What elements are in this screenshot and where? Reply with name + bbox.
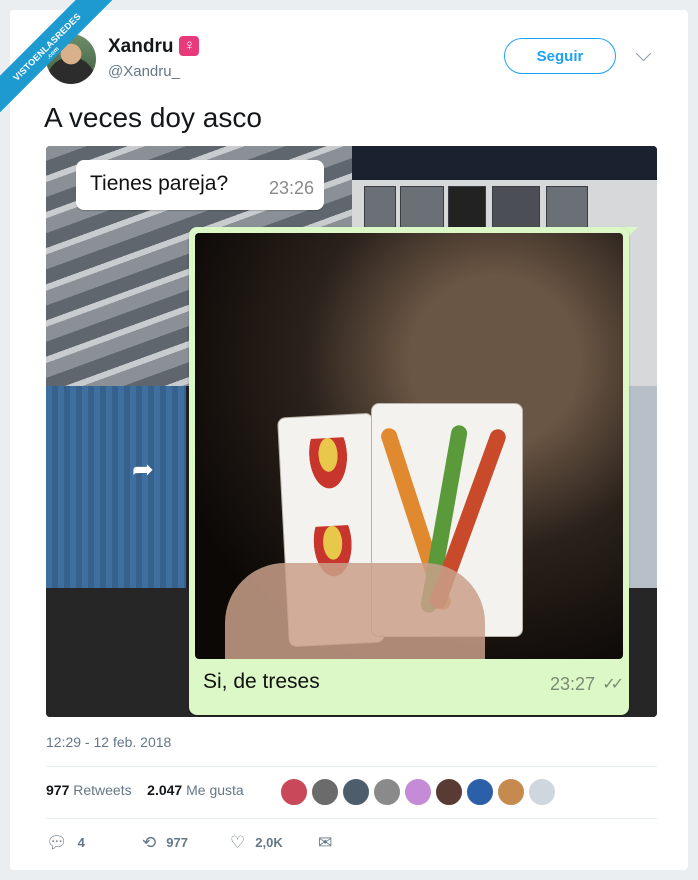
follow-button[interactable]: Seguir	[504, 38, 616, 74]
liker-avatar[interactable]	[528, 778, 556, 806]
tweet-media[interactable]: ➦ Tienes pareja? 23:26 Si, de treses 23:	[46, 146, 657, 717]
liker-avatar[interactable]	[435, 778, 463, 806]
incoming-message-text: Tienes pareja?	[90, 172, 229, 195]
retweet-icon[interactable]: ⟲	[142, 833, 156, 852]
liker-avatar[interactable]	[342, 778, 370, 806]
incoming-chat-bubble: Tienes pareja? 23:26	[76, 160, 324, 210]
forward-arrow-icon: ➦	[132, 454, 154, 484]
liker-avatar[interactable]	[404, 778, 432, 806]
double-check-icon: ✓✓	[602, 676, 624, 693]
retweets-label[interactable]: Retweets	[73, 782, 131, 798]
liker-avatar[interactable]	[466, 778, 494, 806]
outgoing-chat-bubble: Si, de treses 23:27 ✓✓	[189, 227, 629, 715]
tweet-stats: 977 Retweets 2.047 Me gusta	[46, 782, 244, 798]
retweet-action[interactable]: ⟲ 977	[142, 833, 188, 853]
liker-avatar[interactable]	[311, 778, 339, 806]
collage-side-image	[626, 386, 657, 588]
liker-avatar[interactable]	[280, 778, 308, 806]
like-count: 2,0K	[255, 835, 283, 850]
outgoing-message-time: 23:27	[549, 674, 595, 694]
liker-avatar[interactable]	[373, 778, 401, 806]
hand-image	[225, 563, 485, 659]
like-action[interactable]: ♡ 2,0K	[230, 833, 283, 853]
divider	[46, 766, 657, 767]
likes-count[interactable]: 2.047	[147, 782, 182, 798]
likes-label[interactable]: Me gusta	[186, 782, 244, 798]
user-name-text[interactable]: Xandru	[108, 36, 173, 57]
chevron-down-icon[interactable]	[635, 45, 652, 62]
likers-avatars	[280, 778, 559, 806]
liker-avatar[interactable]	[497, 778, 525, 806]
retweet-count: 977	[166, 835, 188, 850]
reply-action[interactable]: 💬︎ 4	[46, 833, 85, 853]
incoming-message-time: 23:26	[268, 178, 314, 198]
tweet-text: A veces doy asco	[44, 102, 262, 133]
collage-jacket-image	[46, 386, 186, 588]
user-handle[interactable]: @Xandru_	[108, 63, 180, 80]
message-action[interactable]: ✉	[318, 833, 342, 853]
tweet-timestamp[interactable]: 12:29 - 12 feb. 2018	[46, 734, 171, 750]
tweet-card: VISTOENLASREDES .com Xandru ♀ @Xandru_ Se…	[0, 0, 688, 870]
heart-icon[interactable]: ♡	[230, 833, 245, 852]
retweets-count[interactable]: 977	[46, 782, 69, 798]
cup-icon	[305, 436, 353, 496]
cards-photo	[195, 233, 623, 659]
female-sign-icon: ♀	[179, 36, 200, 56]
envelope-icon[interactable]: ✉	[318, 833, 332, 852]
divider	[46, 818, 657, 819]
reply-count: 4	[77, 835, 85, 850]
reply-icon[interactable]: 💬︎	[46, 833, 68, 852]
user-name[interactable]: Xandru ♀	[108, 36, 200, 58]
outgoing-message-text: Si, de treses	[203, 670, 320, 693]
